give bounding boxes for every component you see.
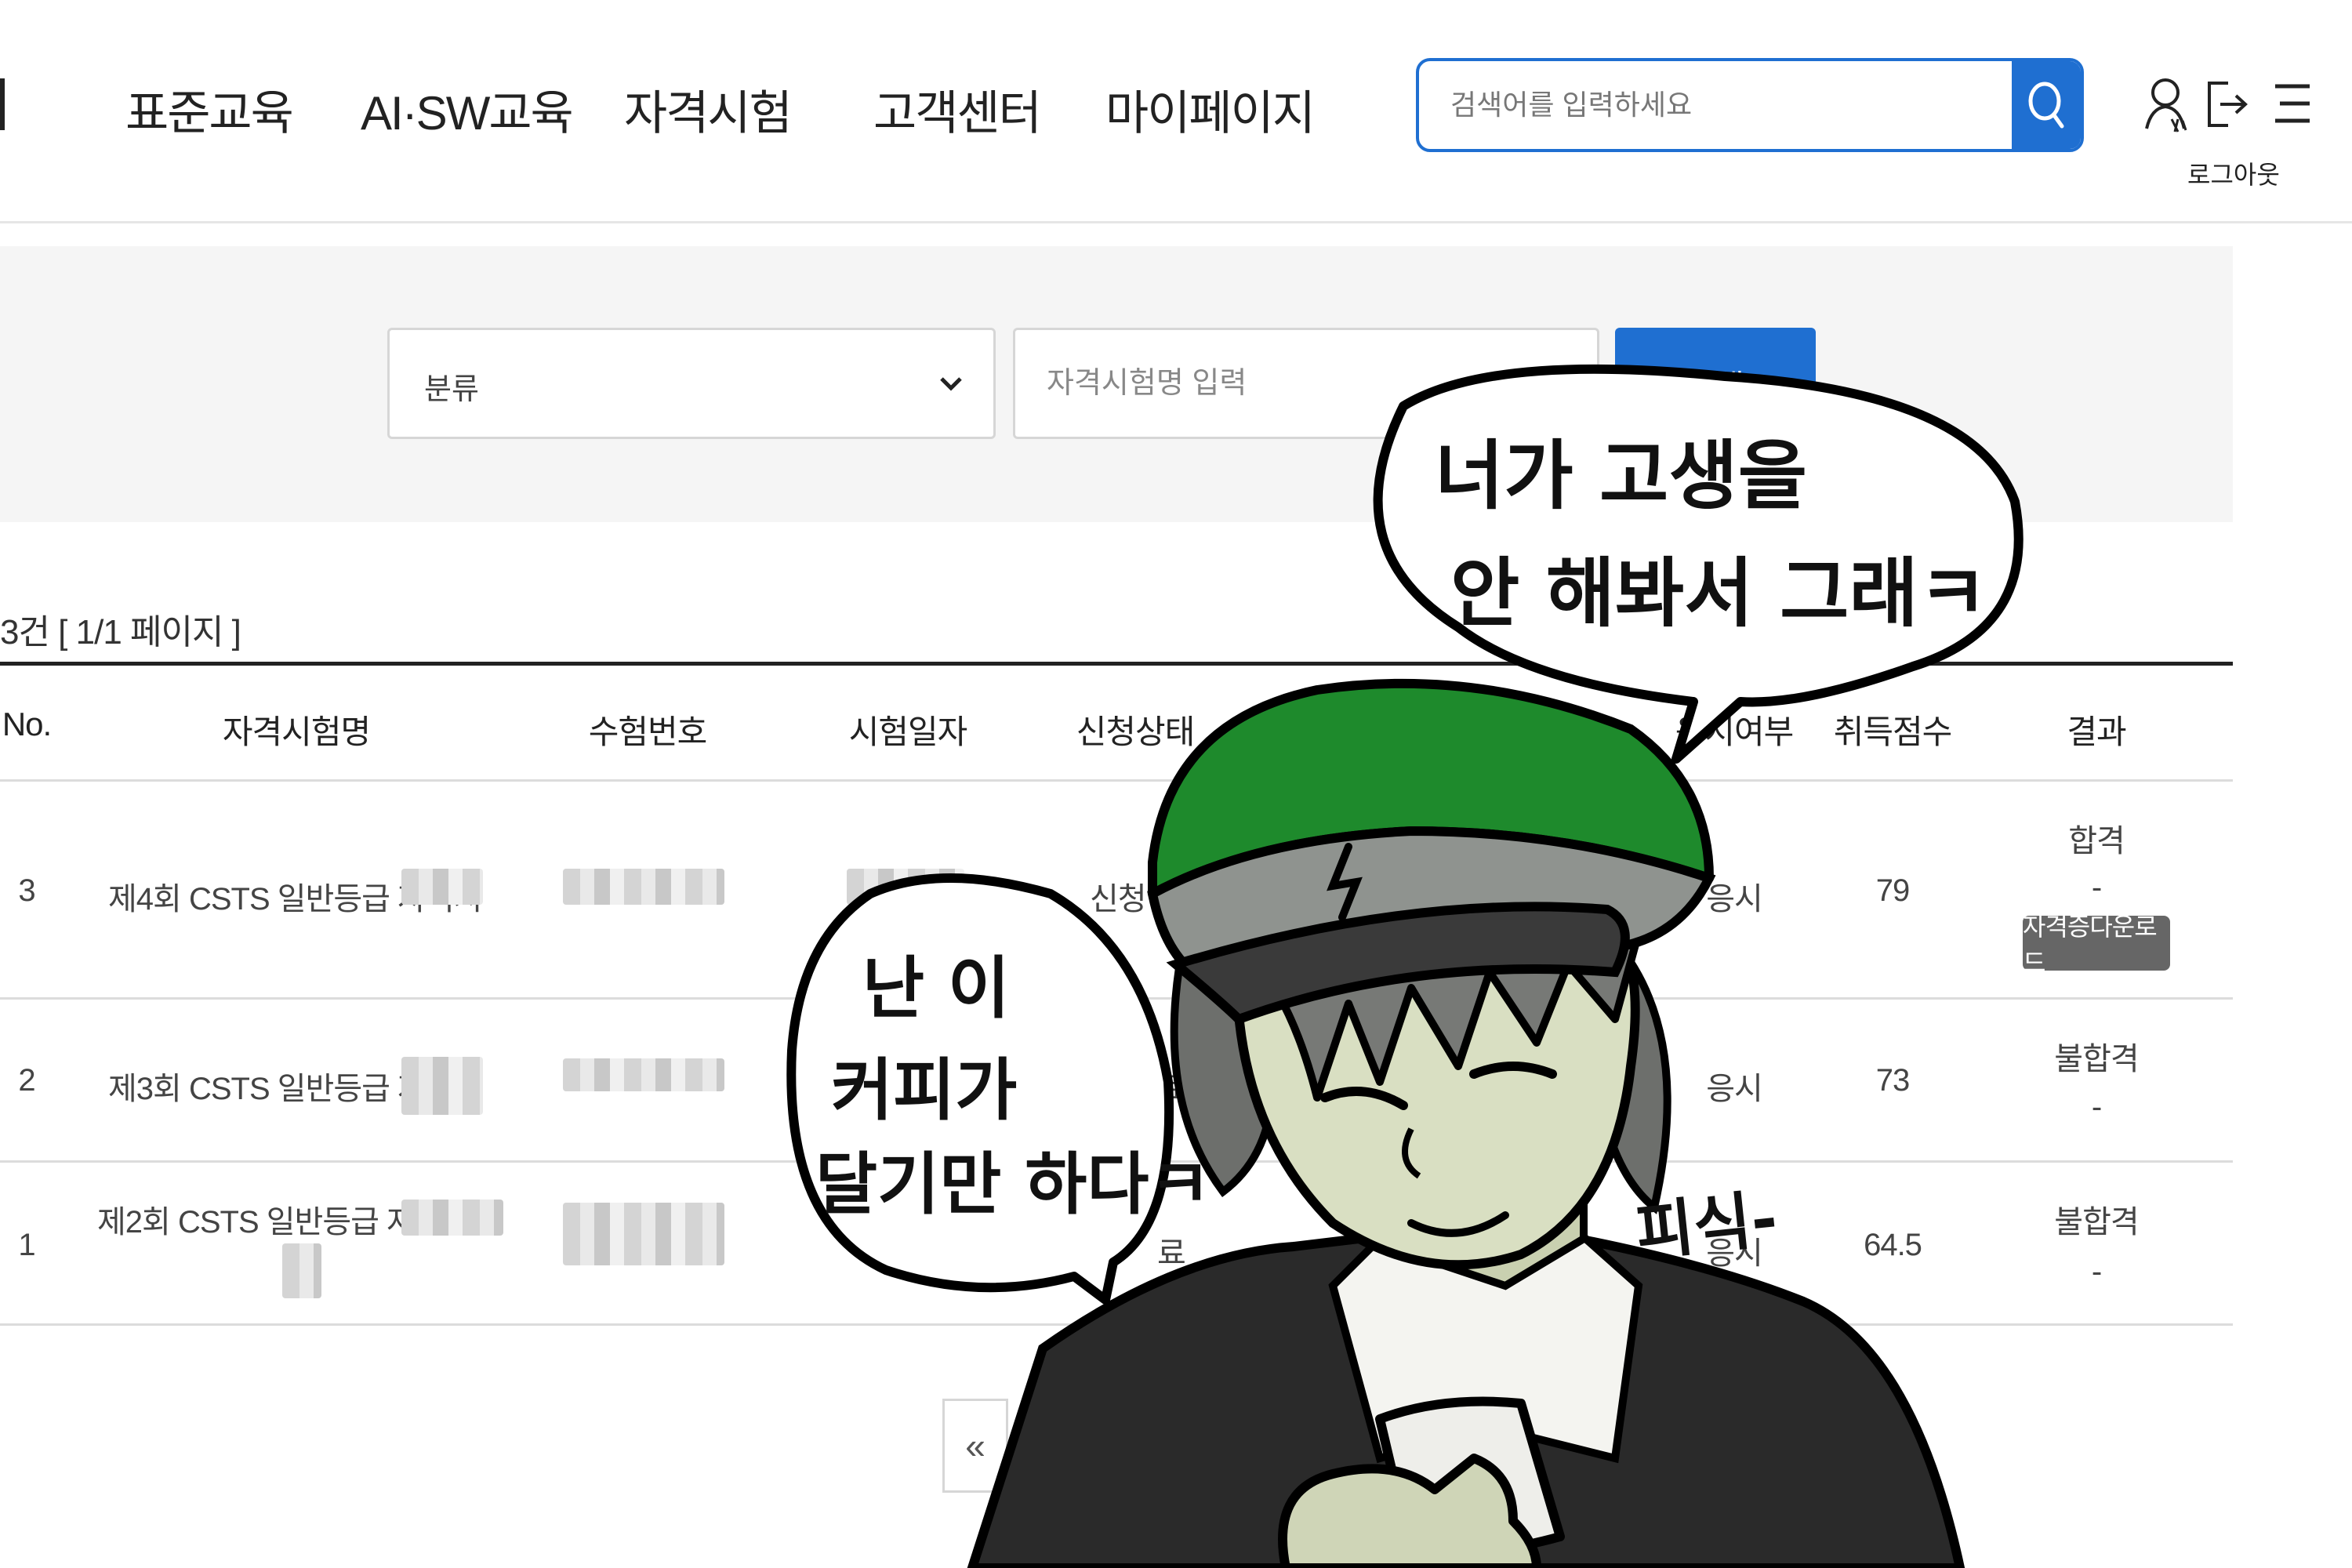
bubble-small-line3: 달기만 하다ㅋ <box>815 1145 1211 1224</box>
cartoon-overlay: 너가 고생을 안 해봐서 그래ㅋ 난 이 커피가 달기만 하다ㅋ 피식- <box>786 364 2024 1568</box>
sound-effect-text: 피식- <box>1632 1182 1780 1269</box>
character-hand <box>1278 1454 1541 1568</box>
bubble-small-line2: 커피가 <box>831 1051 1017 1130</box>
bubble-large-line1: 너가 고생을 <box>1435 432 1807 520</box>
bubble-small-line1: 난 이 <box>862 949 1010 1028</box>
bubble-large-line2: 안 해봐서 그래ㅋ <box>1450 550 1987 637</box>
